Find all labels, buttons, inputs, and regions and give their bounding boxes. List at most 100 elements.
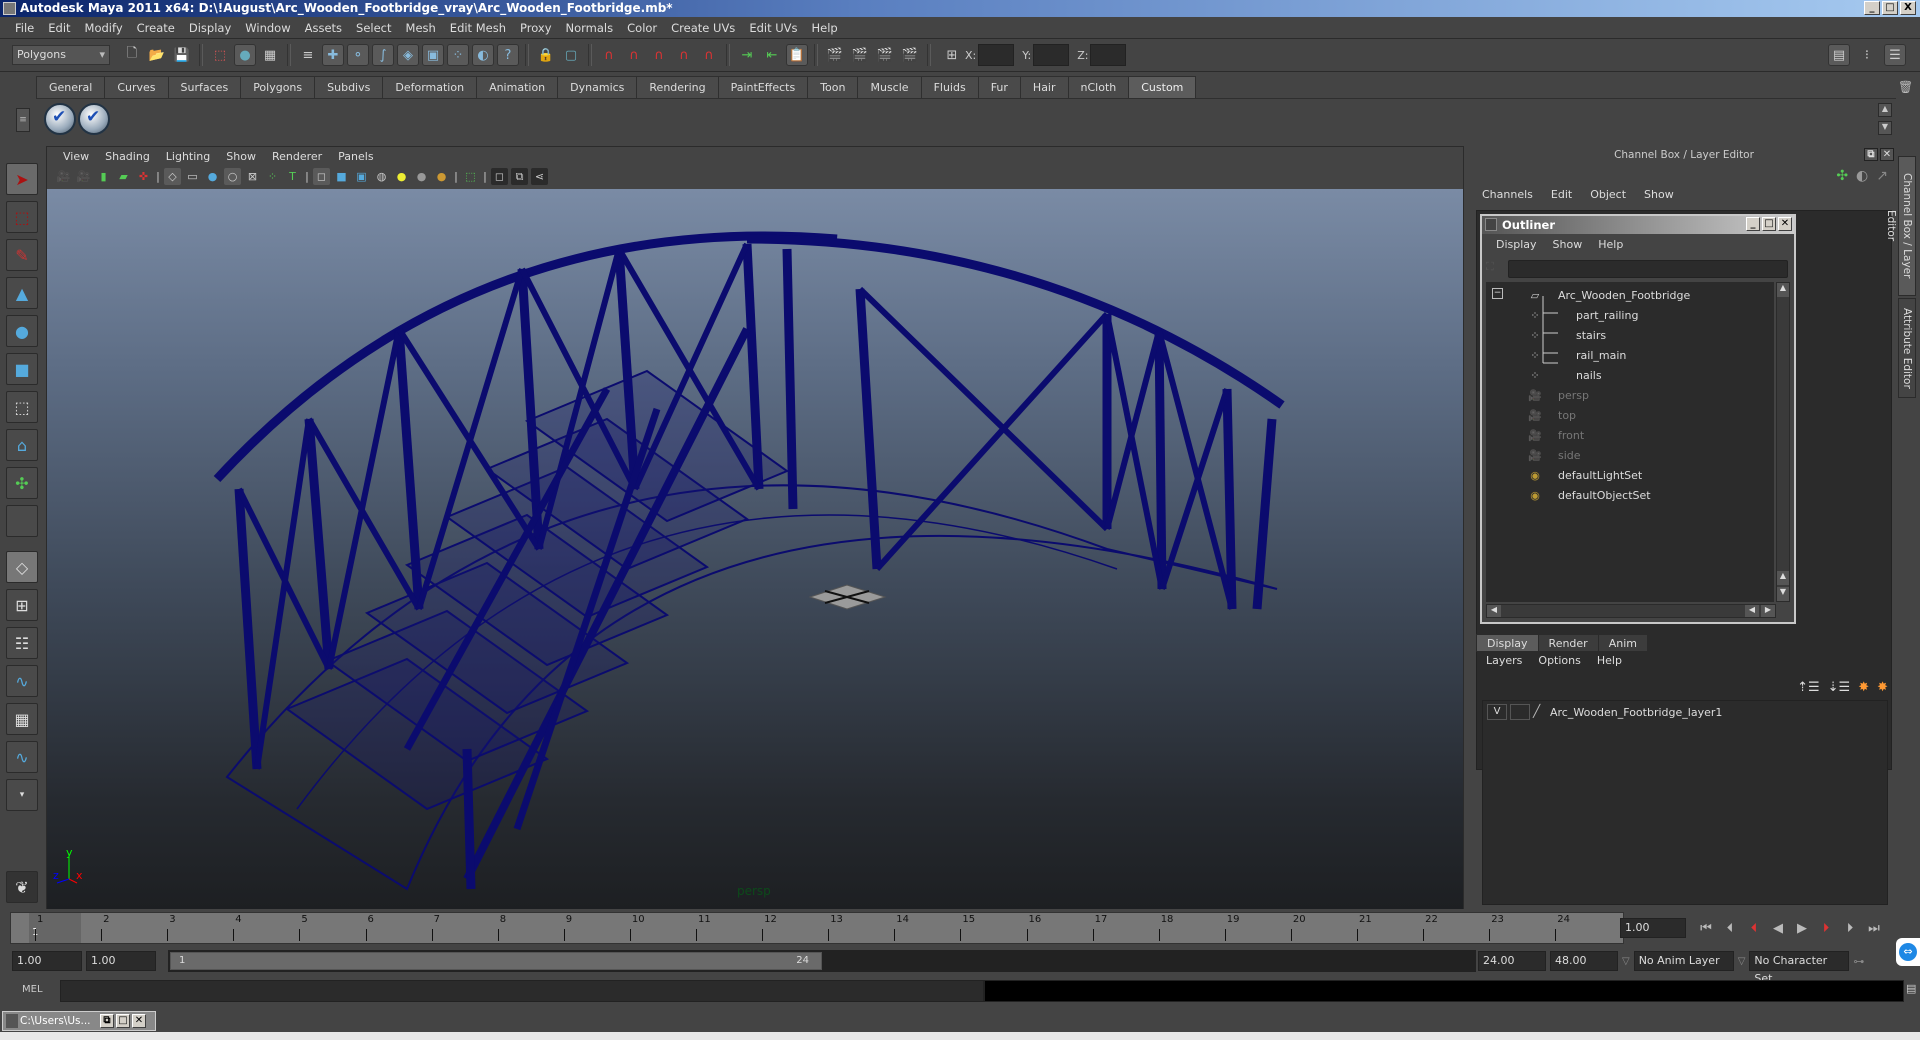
save-scene-icon[interactable]: 💾 xyxy=(171,44,193,66)
snap-to-grids-icon[interactable]: ∩ xyxy=(598,44,620,66)
scroll-left-button[interactable]: ◀ xyxy=(1487,605,1501,617)
input-ops-icon[interactable]: ⇥ xyxy=(736,44,758,66)
shelf-tab-hair[interactable]: Hair xyxy=(1019,76,1069,98)
outliner-item[interactable]: top xyxy=(1558,406,1576,426)
viewport-canvas[interactable]: persp y x z xyxy=(47,189,1463,909)
minimized-maximize-button[interactable]: □ xyxy=(116,1014,130,1028)
shelf-tab-polygons[interactable]: Polygons xyxy=(240,76,316,98)
all-lights-icon[interactable]: ● xyxy=(413,168,430,185)
snap-to-curves-icon[interactable]: ∩ xyxy=(623,44,645,66)
z-field[interactable] xyxy=(1090,44,1127,66)
outliner-menu-help[interactable]: Help xyxy=(1590,238,1631,251)
single-perspective-layout-icon[interactable]: ◇ xyxy=(6,551,38,583)
outliner-search-input[interactable] xyxy=(1508,260,1788,278)
menu-modify[interactable]: Modify xyxy=(78,21,130,35)
menu-create[interactable]: Create xyxy=(130,21,182,35)
scroll-down-button[interactable]: ▼ xyxy=(1777,587,1789,601)
layer-type-toggle[interactable] xyxy=(1510,704,1530,720)
safe-action-icon[interactable]: ⁘ xyxy=(264,168,281,185)
shelf-scroll-up[interactable]: ▲ xyxy=(1878,103,1892,117)
snap-to-view-planes-icon[interactable]: ∩ xyxy=(673,44,695,66)
outliner-item[interactable]: Arc_Wooden_Footbridge xyxy=(1558,286,1690,306)
wireframe-on-shaded-icon[interactable]: ▣ xyxy=(353,168,370,185)
shelf-menu-icon[interactable]: ≡ xyxy=(16,108,30,132)
select-surfaces-icon[interactable]: ◈ xyxy=(397,44,419,66)
outliner-item[interactable]: nails xyxy=(1576,366,1602,386)
render-settings-icon[interactable]: 🎬 xyxy=(899,44,921,66)
outliner-item[interactable]: defaultObjectSet xyxy=(1558,486,1651,506)
manipulator-icon[interactable]: ✣ xyxy=(1836,168,1848,184)
script-editor-icon[interactable]: ▤ xyxy=(1906,982,1916,995)
step-back-frame-icon[interactable]: ⏴ xyxy=(1746,921,1762,936)
menu-create-uvs[interactable]: Create UVs xyxy=(664,21,742,35)
paint-select-tool-icon[interactable]: ✎ xyxy=(6,239,38,271)
menu-display[interactable]: Display xyxy=(182,21,238,35)
make-live-icon[interactable]: ∩ xyxy=(698,44,720,66)
end-time-field[interactable]: 48.00 xyxy=(1550,951,1618,971)
grid-toggle-icon[interactable]: ◇ xyxy=(164,167,181,185)
shelf-tab-surfaces[interactable]: Surfaces xyxy=(167,76,242,98)
film-gate-icon[interactable]: ▭ xyxy=(184,168,201,185)
persp-graph-hypergraph-layout-icon[interactable]: ∿ xyxy=(6,741,38,773)
anim-layer-dropdown-arrow[interactable]: ▽ xyxy=(1622,956,1630,967)
outliner-item[interactable]: stairs xyxy=(1576,326,1606,346)
viewport-menu-view[interactable]: View xyxy=(55,150,97,163)
step-forward-frame-icon[interactable]: ⏵ xyxy=(1818,921,1834,936)
outliner-item[interactable]: front xyxy=(1558,426,1584,446)
menu-edit-uvs[interactable]: Edit UVs xyxy=(742,21,804,35)
options-menu[interactable]: Options xyxy=(1532,654,1586,667)
input-mode-icon[interactable]: ⊞ xyxy=(941,44,963,66)
shelf-tab-curves[interactable]: Curves xyxy=(104,76,169,98)
default-lights-icon[interactable]: ● xyxy=(393,168,410,185)
shelf-tab-fur[interactable]: Fur xyxy=(977,76,1021,98)
viewport-menu-show[interactable]: Show xyxy=(218,150,264,163)
outliner-menu-display[interactable]: Display xyxy=(1488,238,1545,251)
auto-key-icon[interactable]: ⊶ xyxy=(1853,955,1864,968)
shelf-delete-icon[interactable]: 🗑 xyxy=(1898,80,1913,94)
shelf-button-check-2[interactable] xyxy=(78,103,110,135)
filter-icon[interactable]: ⛶ xyxy=(1486,260,1504,278)
outliner-close-button[interactable]: ✕ xyxy=(1778,217,1792,231)
start-time-field[interactable]: 1.00 xyxy=(12,951,82,971)
smooth-shade-icon[interactable]: ■ xyxy=(333,168,350,185)
move-tool-icon[interactable]: ▲ xyxy=(6,277,38,309)
resolution-gate-icon[interactable]: ● xyxy=(204,168,221,185)
tool-settings-toggle-icon[interactable]: ⁝ xyxy=(1856,44,1878,66)
image-plane-icon[interactable]: ▰ xyxy=(115,168,132,185)
outliner-horizontal-scrollbar[interactable]: ◀ ◀ ▶ xyxy=(1486,604,1776,618)
layer-tab-display[interactable]: Display xyxy=(1476,634,1539,652)
rotate-tool-icon[interactable]: ● xyxy=(6,315,38,347)
move-layer-up-icon[interactable]: ⇡☰ xyxy=(1797,680,1820,695)
play-forwards-icon[interactable]: ▶ xyxy=(1794,921,1810,936)
gate-mask-icon[interactable]: ○ xyxy=(224,167,241,185)
scroll-up-button-2[interactable]: ▲ xyxy=(1777,571,1789,585)
float-panel-button[interactable]: ⧉ xyxy=(1864,148,1878,161)
go-to-start-icon[interactable]: ⏮ xyxy=(1698,921,1714,936)
shelf-tab-general[interactable]: General xyxy=(36,76,106,98)
remote-control-widget[interactable]: ⇔ xyxy=(1896,938,1920,966)
outliner-maximize-button[interactable]: □ xyxy=(1762,217,1776,231)
outliner-title-bar[interactable]: Outliner _ □ ✕ xyxy=(1482,216,1794,234)
play-backwards-icon[interactable]: ◀ xyxy=(1770,921,1786,936)
layer-color-swatch[interactable]: ╱ xyxy=(1533,704,1547,720)
select-camera-icon[interactable]: 🎥 xyxy=(55,168,72,185)
go-to-end-icon[interactable]: ⏭ xyxy=(1866,921,1882,936)
command-language-label[interactable]: MEL xyxy=(22,984,43,995)
minimized-restore-button[interactable]: ⧉ xyxy=(100,1014,114,1028)
step-forward-key-icon[interactable]: ⏵ xyxy=(1842,921,1858,936)
layer-visibility-toggle[interactable]: V xyxy=(1487,704,1507,720)
bookmarks-icon[interactable]: ▮ xyxy=(95,168,112,185)
menu-window[interactable]: Window xyxy=(238,21,297,35)
scroll-left-button-2[interactable]: ◀ xyxy=(1745,605,1759,617)
character-set-dropdown-arrow[interactable]: ▽ xyxy=(1738,956,1746,967)
outliner-minimize-button[interactable]: _ xyxy=(1746,217,1760,231)
playback-start-field[interactable]: 1.00 xyxy=(86,951,156,971)
render-current-frame-icon[interactable]: 🎬 xyxy=(849,44,871,66)
persp-graph-layout-icon[interactable]: ∿ xyxy=(6,665,38,697)
menu-normals[interactable]: Normals xyxy=(559,21,621,35)
outliner-menu-show[interactable]: Show xyxy=(1545,238,1591,251)
xray-components-icon[interactable]: ⋖ xyxy=(531,167,548,185)
move-layer-down-icon[interactable]: ⇣☰ xyxy=(1828,680,1851,695)
shadows-icon[interactable]: ● xyxy=(433,168,450,185)
menu-set-dropdown[interactable]: Polygons xyxy=(12,45,110,65)
